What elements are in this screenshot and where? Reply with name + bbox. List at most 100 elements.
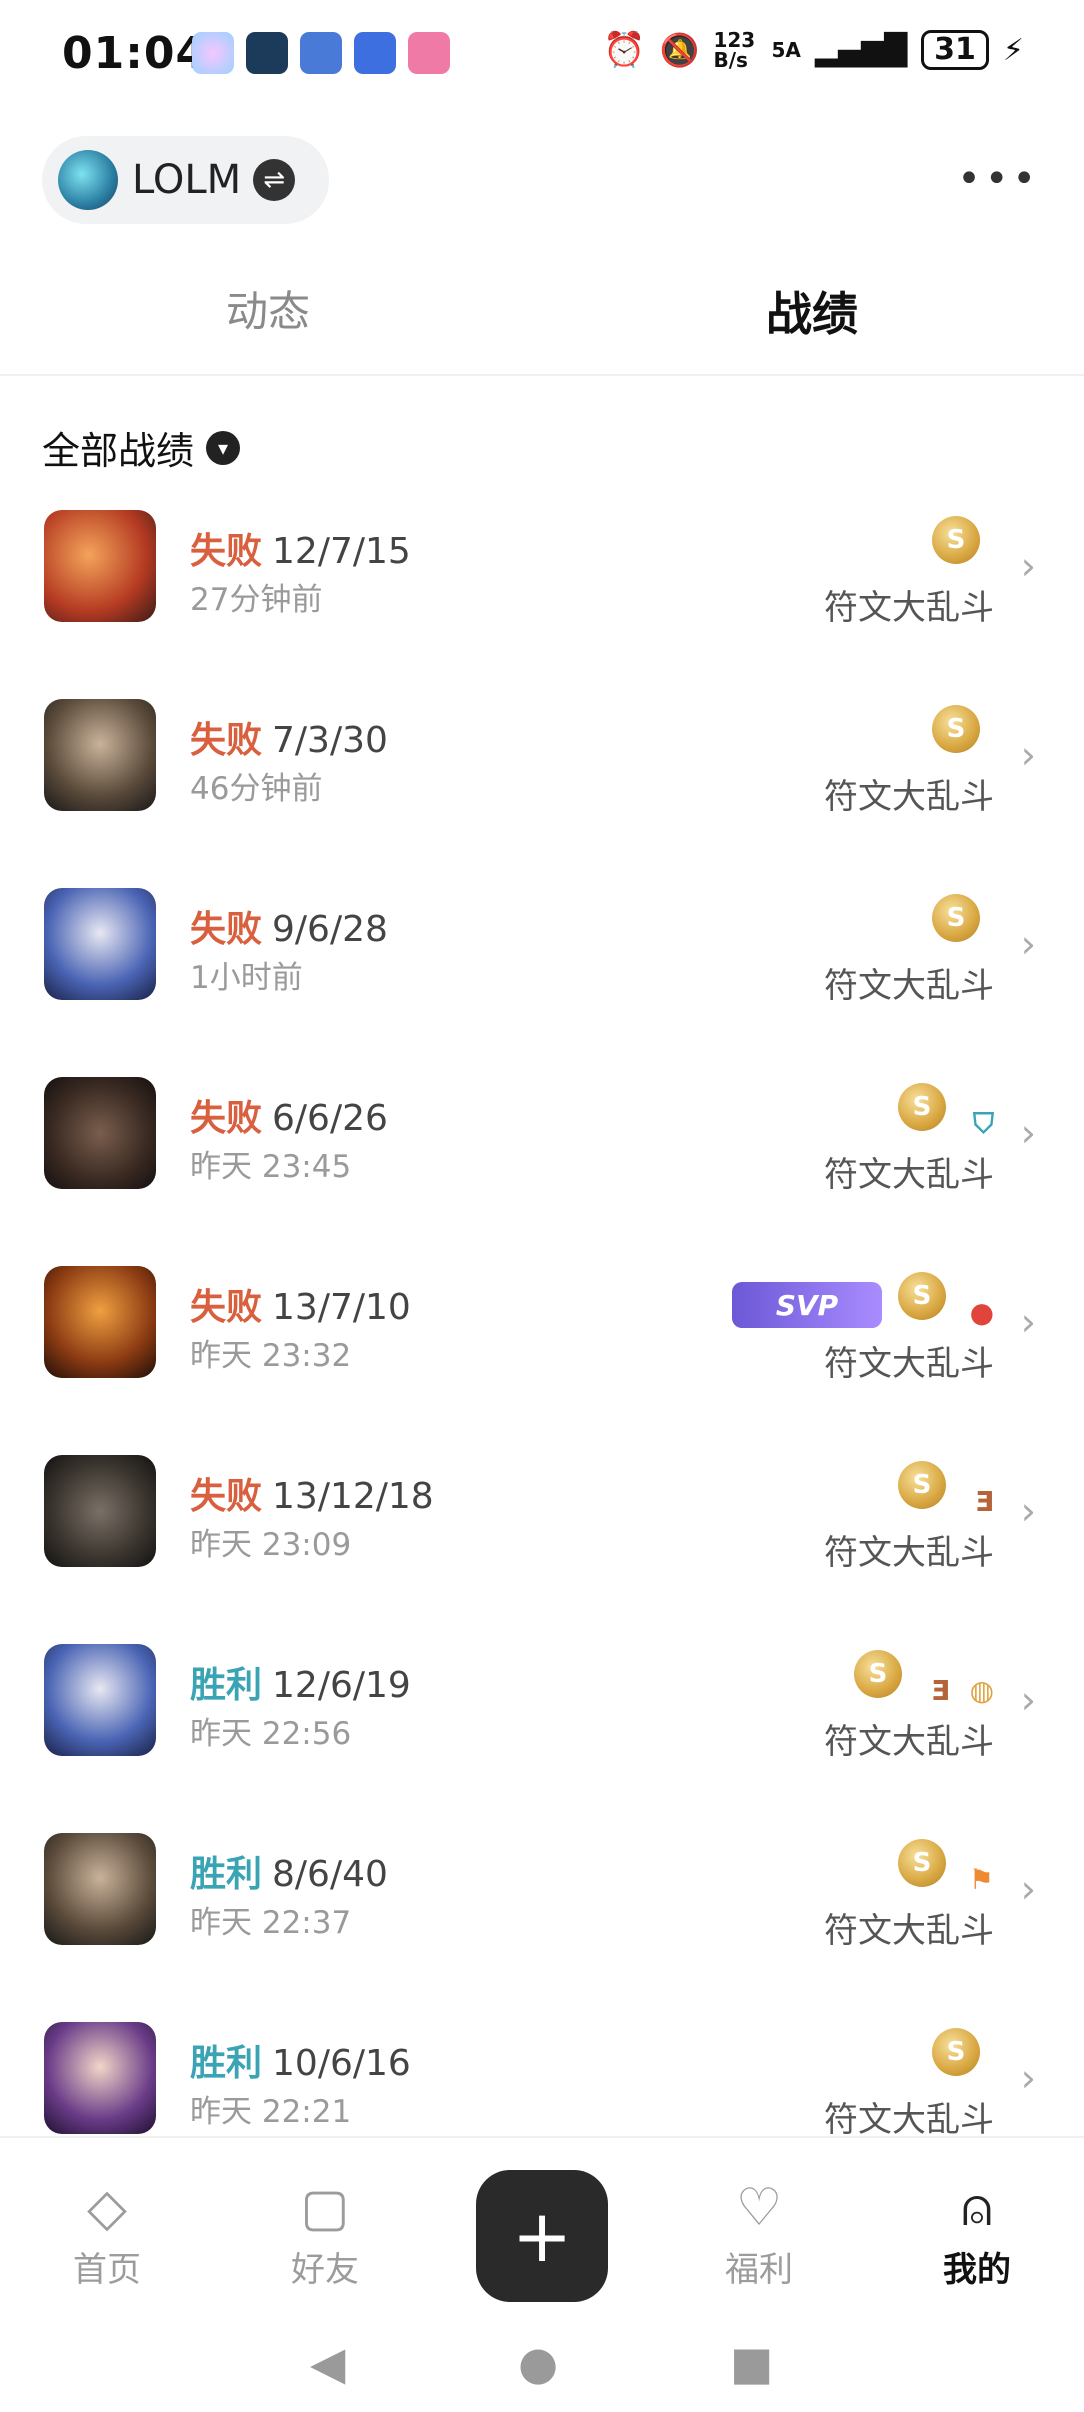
swap-icon: ⇌ <box>253 159 296 201</box>
shield-icon: ⛉ <box>972 1107 994 1140</box>
records-filter[interactable]: 全部战绩 ▾ <box>42 420 241 475</box>
match-result-line: 失败 7/3/30 <box>190 711 388 763</box>
hero-avatar <box>44 888 156 1000</box>
match-row[interactable]: 胜利 8/6/40 昨天 22:37 符文大乱斗 › ⚑ S <box>0 1833 1084 2022</box>
match-row[interactable]: 失败 13/7/10 昨天 23:32 符文大乱斗 › ● S SVP <box>0 1266 1084 1455</box>
match-mode: 符文大乱斗 <box>824 2100 994 2140</box>
mvp-coin-icon: S <box>898 1272 946 1320</box>
tab-divider <box>0 374 1084 376</box>
hero-avatar <box>44 1833 156 1945</box>
mvp-coin-icon: S <box>932 705 980 753</box>
svp-badge-icon: SVP <box>732 1282 882 1328</box>
hero-avatar <box>44 2022 156 2134</box>
chevron-down-icon: ▾ <box>206 430 241 465</box>
match-result: 胜利 <box>190 1854 263 1895</box>
match-mode: 符文大乱斗 <box>824 966 994 1006</box>
nav-home-label: 首页 <box>73 2250 141 2290</box>
match-kda: 9/6/28 <box>272 909 388 950</box>
mvp-coin-icon: S <box>898 1839 946 1887</box>
charging-icon: ⚡ <box>1002 32 1024 68</box>
match-result-line: 失败 6/6/26 <box>190 1089 388 1141</box>
bilibili-notification-icon <box>408 32 450 74</box>
chevron-right-icon: › <box>1020 544 1036 588</box>
chevron-right-icon: › <box>1020 922 1036 966</box>
chevron-right-icon: › <box>1020 1678 1036 1722</box>
hero-avatar <box>44 1644 156 1756</box>
net-speed: 123 B/s <box>713 28 756 72</box>
profile-icon: ⍝ <box>961 2178 993 2238</box>
chevron-right-icon: › <box>1020 1300 1036 1344</box>
match-time: 昨天 23:45 <box>190 1149 352 1185</box>
match-result: 失败 <box>190 720 263 761</box>
match-kda: 7/3/30 <box>272 720 388 761</box>
plus-icon: + <box>511 2194 573 2278</box>
match-result-line: 胜利 12/6/19 <box>190 1656 411 1708</box>
match-result: 失败 <box>190 531 263 572</box>
triple-icon: Ǝ <box>974 1485 994 1518</box>
home-icon: ◇ <box>87 2178 127 2238</box>
gold-icon: ◍ <box>969 1674 994 1707</box>
match-mode: 符文大乱斗 <box>824 1722 994 1762</box>
match-row[interactable]: 失败 12/7/15 27分钟前 符文大乱斗 › S <box>0 510 1084 699</box>
chevron-right-icon: › <box>1020 1489 1036 1533</box>
nav-welfare[interactable]: ♡ 福利 <box>704 2180 814 2291</box>
match-mode: 符文大乱斗 <box>824 1533 994 1573</box>
match-result-line: 失败 13/12/18 <box>190 1467 434 1519</box>
match-kda: 12/6/19 <box>272 1665 411 1706</box>
match-row[interactable]: 失败 13/12/18 昨天 23:09 符文大乱斗 › Ǝ S <box>0 1455 1084 1644</box>
match-row[interactable]: 失败 9/6/28 1小时前 符文大乱斗 › S <box>0 888 1084 1077</box>
match-row[interactable]: 失败 6/6/26 昨天 23:45 符文大乱斗 › ⛉ S <box>0 1077 1084 1266</box>
signal-label: 5A <box>771 38 801 62</box>
more-options-button[interactable]: ••• <box>957 156 1040 202</box>
match-kda: 12/7/15 <box>272 531 411 572</box>
match-row[interactable]: 失败 7/3/30 46分钟前 符文大乱斗 › S <box>0 699 1084 888</box>
chevron-right-icon: › <box>1020 1867 1036 1911</box>
match-kda: 8/6/40 <box>272 1854 388 1895</box>
game-name: LOLM <box>132 157 242 203</box>
lolm-notification-icon <box>300 32 342 74</box>
signal-icon: ▂▄▆█ <box>814 32 908 68</box>
mvp-coin-icon: S <box>854 1650 902 1698</box>
match-result: 失败 <box>190 909 263 950</box>
tab-dynamic[interactable]: 动态 <box>226 278 310 339</box>
battery-level: 31 <box>921 30 989 70</box>
hero-avatar <box>44 1455 156 1567</box>
filter-label: 全部战绩 <box>42 429 195 473</box>
system-nav-bar: ◀ ● ■ <box>0 2300 1084 2412</box>
match-result-line: 失败 13/7/10 <box>190 1278 411 1330</box>
nav-home[interactable]: ◇ 首页 <box>52 2180 162 2291</box>
flag-icon: ⚑ <box>968 1863 994 1896</box>
chevron-right-icon: › <box>1020 2056 1036 2100</box>
nav-me[interactable]: ⍝ 我的 <box>922 2180 1032 2291</box>
blood-icon: ● <box>969 1296 994 1329</box>
create-post-button[interactable]: + <box>476 2170 608 2302</box>
match-result-line: 失败 12/7/15 <box>190 522 411 574</box>
hero-avatar <box>44 699 156 811</box>
match-time: 昨天 22:21 <box>190 2094 352 2130</box>
alarm-icon: ⏰ <box>603 30 646 70</box>
home-button-icon[interactable]: ● <box>518 2336 558 2390</box>
mvp-coin-icon: S <box>932 2028 980 2076</box>
app-notification-icon <box>192 32 234 74</box>
tab-records[interactable]: 战绩 <box>766 278 858 344</box>
nav-friends-label: 好友 <box>291 2250 359 2290</box>
mute-icon: 🔕 <box>659 31 700 69</box>
match-row[interactable]: 胜利 12/6/19 昨天 22:56 符文大乱斗 › ◍ Ǝ S <box>0 1644 1084 1833</box>
chevron-right-icon: › <box>1020 1111 1036 1155</box>
match-mode: 符文大乱斗 <box>824 1344 994 1384</box>
recents-icon[interactable]: ■ <box>730 2336 773 2390</box>
status-indicators: ⏰ 🔕 123 B/s 5A ▂▄▆█ 31 ⚡ <box>603 30 1024 70</box>
back-icon[interactable]: ◀ <box>310 2336 345 2390</box>
match-mode: 符文大乱斗 <box>824 1911 994 1951</box>
match-time: 27分钟前 <box>190 582 323 618</box>
nav-friends[interactable]: ▢ 好友 <box>270 2180 380 2291</box>
match-mode: 符文大乱斗 <box>824 1155 994 1195</box>
match-kda: 13/12/18 <box>272 1476 434 1517</box>
match-time: 昨天 23:32 <box>190 1338 352 1374</box>
chat-icon: ▢ <box>300 2178 350 2238</box>
match-time: 昨天 23:09 <box>190 1527 352 1563</box>
nav-me-label: 我的 <box>943 2250 1011 2290</box>
nav-welfare-label: 福利 <box>725 2250 793 2290</box>
match-kda: 13/7/10 <box>272 1287 411 1328</box>
game-switcher[interactable]: LOLM ⇌ <box>42 136 329 224</box>
